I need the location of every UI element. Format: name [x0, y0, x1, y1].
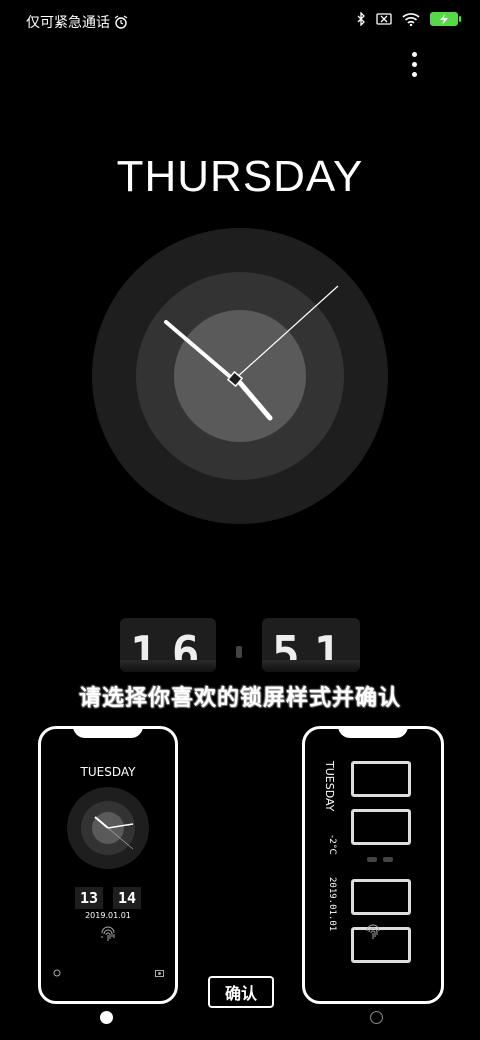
page-indicator-1[interactable]: [100, 1011, 113, 1024]
status-bar-left: 仅可紧急通话: [26, 12, 128, 32]
preview-right-date: 2019.01.01: [327, 877, 337, 932]
preview-analog-clock: [67, 787, 149, 869]
status-bar-right: [357, 12, 461, 26]
analog-clock: [92, 228, 388, 524]
style-preview-analog[interactable]: TUESDAY 13 14 2019.01.01: [38, 726, 178, 1004]
battery-charging-icon: [430, 12, 461, 26]
alarm-clock-icon: [114, 15, 128, 29]
digital-hours-card: 16: [120, 618, 216, 672]
fingerprint-icon: [366, 924, 380, 939]
bluetooth-icon: [357, 12, 365, 26]
preview-day: TUESDAY: [80, 765, 136, 779]
instruction-text: 请选择你喜欢的锁屏样式并确认: [78, 686, 401, 711]
more-options-button[interactable]: [412, 52, 417, 82]
preview-minutes: 14: [113, 887, 141, 909]
confirm-button[interactable]: 确认: [208, 976, 274, 1008]
preview-right-day: TUESDAY: [323, 761, 336, 812]
day-title: THURSDAY: [116, 152, 364, 201]
page-indicator-2[interactable]: [370, 1011, 383, 1024]
preview-hours: 13: [75, 887, 103, 909]
preview-right-temp: -2°C: [327, 835, 337, 855]
no-sim-icon: [376, 13, 392, 25]
camera-icon: [155, 970, 164, 977]
more-options-icon: [412, 52, 417, 57]
digital-minutes-card: 51: [262, 618, 360, 672]
digital-separator: [236, 646, 242, 658]
fingerprint-icon: [101, 926, 115, 941]
preview-date: 2019.01.01: [85, 911, 131, 920]
style-preview-digital[interactable]: TUESDAY -2°C 2019.01.01: [302, 726, 444, 1004]
wifi-icon: [402, 13, 420, 26]
emergency-icon: [53, 969, 61, 977]
carrier-text: 仅可紧急通话: [26, 15, 110, 31]
